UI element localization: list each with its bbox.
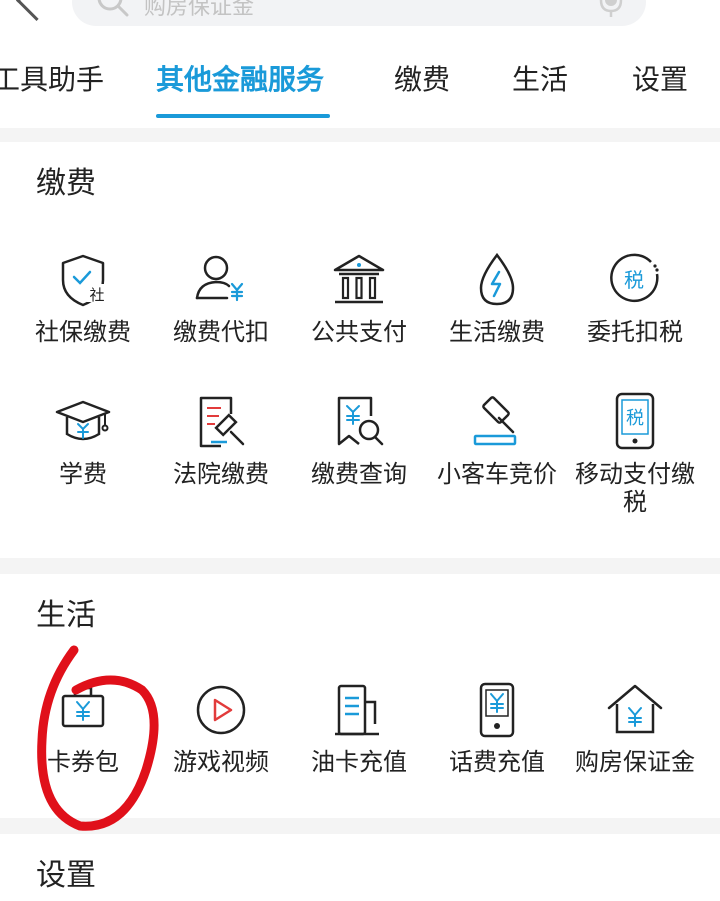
- tab-payment[interactable]: 缴费: [394, 60, 450, 100]
- auction-hammer-icon: [467, 392, 527, 452]
- item-fuel-card-topup[interactable]: 油卡充值: [290, 680, 428, 776]
- item-label: 移动支付缴税: [575, 460, 695, 516]
- category-tabs: 工具助手 其他金融服务 缴费 生活 设置: [0, 40, 720, 126]
- item-court-payment[interactable]: 法院缴费: [152, 392, 290, 488]
- search-bar[interactable]: 购房保证金: [72, 0, 646, 26]
- play-circle-icon: [191, 680, 251, 740]
- mobile-tax-icon: 税: [605, 392, 665, 452]
- item-public-payment[interactable]: 公共支付: [290, 250, 428, 346]
- search-placeholder: 购房保证金: [144, 0, 255, 20]
- tab-settings[interactable]: 设置: [632, 60, 688, 100]
- item-label: 卡券包: [47, 748, 119, 776]
- graduation-cap-icon: [53, 392, 113, 452]
- item-phone-topup[interactable]: 话费充值: [428, 680, 566, 776]
- item-label: 委托扣税: [587, 318, 683, 346]
- social-security-icon: 社: [53, 250, 113, 310]
- user-yuan-icon: [191, 250, 251, 310]
- search-icon: [97, 0, 129, 17]
- section-title-life: 生活: [36, 598, 96, 633]
- item-car-bidding[interactable]: 小客车竞价: [428, 392, 566, 488]
- svg-text:税: 税: [624, 268, 644, 292]
- section-title-payment: 缴费: [36, 166, 96, 201]
- microphone-icon[interactable]: [598, 0, 624, 18]
- active-tab-indicator: [156, 114, 330, 118]
- section-title-settings: 设置: [36, 858, 96, 893]
- tab-life[interactable]: 生活: [512, 60, 568, 100]
- item-coupon-bag[interactable]: 卡券包: [14, 680, 152, 776]
- divider: [0, 128, 720, 142]
- item-tuition[interactable]: 学费: [14, 392, 152, 488]
- tax-circle-icon: 税: [605, 250, 665, 310]
- tab-other-finance[interactable]: 其他金融服务: [156, 60, 324, 100]
- fuel-card-icon: [329, 680, 389, 740]
- divider: [0, 818, 720, 834]
- item-label: 购房保证金: [575, 748, 695, 776]
- item-label: 生活缴费: [449, 318, 545, 346]
- coupon-bag-icon: [53, 680, 113, 740]
- item-mobile-tax[interactable]: 税 移动支付缴税: [566, 392, 704, 516]
- water-drop-icon: [467, 250, 527, 310]
- item-label: 社保缴费: [35, 318, 131, 346]
- svg-text:社: 社: [89, 286, 104, 304]
- item-label: 小客车竞价: [437, 460, 557, 488]
- item-social-security[interactable]: 社 社保缴费: [14, 250, 152, 346]
- item-label: 法院缴费: [173, 460, 269, 488]
- item-utility-payment[interactable]: 生活缴费: [428, 250, 566, 346]
- item-label: 油卡充值: [311, 748, 407, 776]
- document-gavel-icon: [191, 392, 251, 452]
- item-label: 学费: [59, 460, 107, 488]
- item-label: 缴费代扣: [173, 318, 269, 346]
- top-bar: 购房保证金: [0, 0, 720, 40]
- item-label: 游戏视频: [173, 748, 269, 776]
- item-label: 公共支付: [311, 318, 407, 346]
- svg-text:税: 税: [626, 408, 644, 429]
- phone-topup-icon: [467, 680, 527, 740]
- divider: [0, 558, 720, 574]
- back-arrow-icon[interactable]: [15, 0, 58, 22]
- item-entrusted-tax[interactable]: 税 委托扣税: [566, 250, 704, 346]
- item-payment-query[interactable]: 缴费查询: [290, 392, 428, 488]
- bill-search-icon: [329, 392, 389, 452]
- tab-tools[interactable]: 工具助手: [0, 60, 104, 100]
- item-house-deposit[interactable]: 购房保证金: [566, 680, 704, 776]
- item-game-video[interactable]: 游戏视频: [152, 680, 290, 776]
- item-label: 话费充值: [449, 748, 545, 776]
- item-label: 缴费查询: [311, 460, 407, 488]
- bank-building-icon: [329, 250, 389, 310]
- item-auto-debit[interactable]: 缴费代扣: [152, 250, 290, 346]
- house-yuan-icon: [605, 680, 665, 740]
